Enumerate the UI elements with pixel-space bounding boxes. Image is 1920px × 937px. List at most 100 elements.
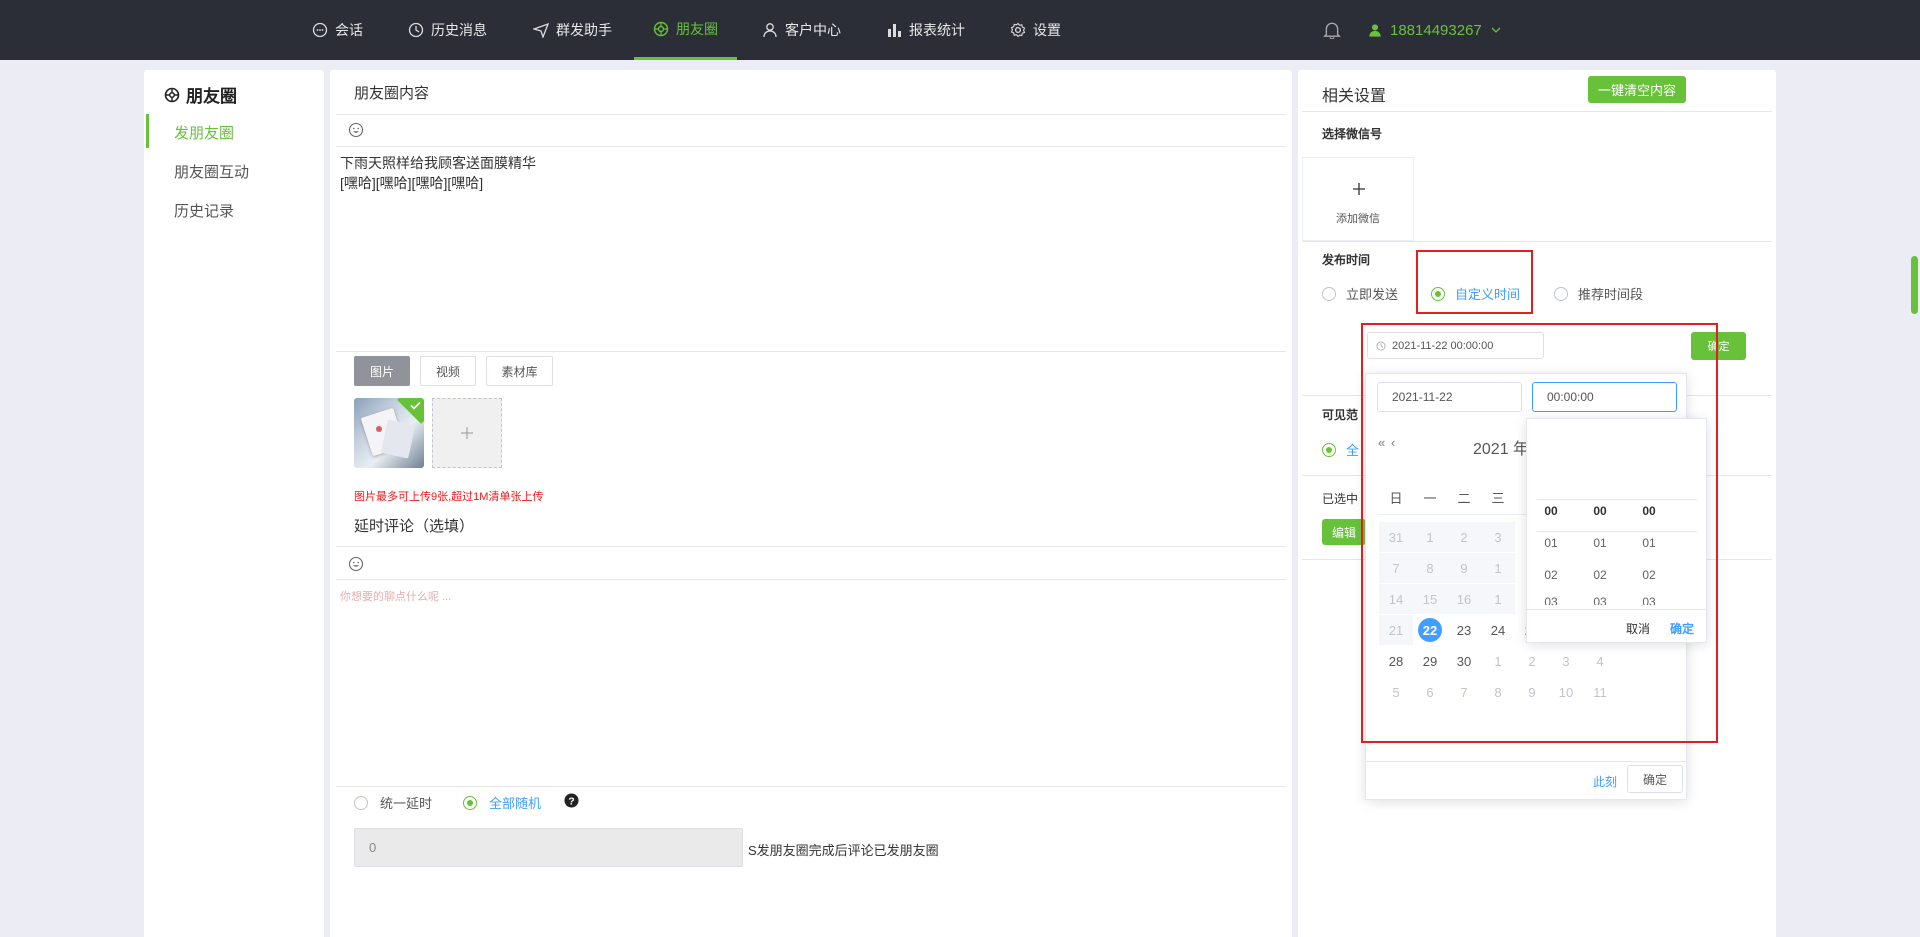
calendar-day[interactable]: 9 (1517, 677, 1547, 707)
nav-item-broadcast[interactable]: 群发助手 (533, 0, 612, 60)
sidebar-item-interaction[interactable]: 朋友圈互动 (174, 161, 249, 182)
sidebar-title: 朋友圈 (164, 82, 237, 107)
calendar-day[interactable]: 31 (1379, 522, 1413, 552)
bell-icon[interactable] (1323, 21, 1341, 39)
time-cancel-button[interactable]: 取消 (1626, 620, 1650, 637)
tab-images[interactable]: 图片 (354, 356, 410, 386)
radio-recommended-time[interactable]: 推荐时间段 (1554, 284, 1643, 303)
calendar-day[interactable]: 2 (1517, 646, 1547, 676)
clear-all-button[interactable]: 一键清空内容 (1588, 76, 1686, 103)
calendar-day[interactable]: 3 (1551, 646, 1581, 676)
calendar-day-selected[interactable]: 22 (1415, 615, 1445, 645)
confirm-time-button[interactable]: 确定 (1691, 332, 1746, 360)
radio-custom-time[interactable]: 自定义时间 (1431, 284, 1520, 303)
calendar-day[interactable]: 28 (1381, 646, 1411, 676)
time-option[interactable]: 03 (1580, 595, 1620, 605)
comment-textarea[interactable]: 你想要的聊点什么呢 ... (340, 588, 1280, 788)
nav-item-moments[interactable]: 朋友圈 (634, 0, 737, 60)
content-textarea[interactable]: 下雨天照样给我顾客送面膜精华 [嘿哈][嘿哈][嘿哈][嘿哈] (340, 153, 1280, 343)
delay-seconds-input[interactable]: 0 (354, 828, 743, 867)
radio-button (1322, 286, 1336, 301)
radio-button (1431, 286, 1445, 301)
add-image-button[interactable] (432, 398, 502, 468)
scrollbar-thumb[interactable] (1911, 256, 1918, 314)
picker-time-value: 00:00:00 (1547, 390, 1594, 404)
prev-month-button[interactable]: ‹ (1391, 435, 1395, 450)
calendar-day[interactable]: 16 (1447, 584, 1481, 614)
radio-button (463, 795, 477, 810)
calendar-day[interactable]: 8 (1483, 677, 1513, 707)
weekday-label: 日 (1389, 491, 1403, 506)
edit-button[interactable]: 编辑 (1322, 519, 1366, 545)
picker-time-input[interactable]: 00:00:00 (1532, 382, 1677, 412)
radio-uniform-delay[interactable]: 统一延时 (354, 793, 432, 812)
calendar-day[interactable]: 7 (1449, 677, 1479, 707)
user-menu[interactable]: 18814493267 (1368, 0, 1502, 60)
divider (1302, 241, 1772, 242)
time-option[interactable]: 02 (1531, 568, 1571, 582)
emoji-icon[interactable] (348, 556, 364, 572)
datetime-input[interactable]: 2021-11-22 00:00:00 (1367, 332, 1544, 359)
calendar-day[interactable]: 14 (1379, 584, 1413, 614)
content-panel: 朋友圈内容 下雨天照样给我顾客送面膜精华 [嘿哈][嘿哈][嘿哈][嘿哈] 图片… (330, 70, 1292, 937)
prev-year-button[interactable]: « (1378, 435, 1386, 450)
time-option[interactable]: 01 (1580, 536, 1620, 550)
emoji-icon[interactable] (348, 122, 364, 138)
time-option[interactable]: 02 (1580, 568, 1620, 582)
calendar-day[interactable]: 24 (1483, 615, 1513, 645)
sidebar-item-history[interactable]: 历史记录 (174, 200, 234, 221)
calendar-day[interactable]: 1 (1413, 522, 1447, 552)
calendar-day[interactable]: 9 (1447, 553, 1481, 583)
time-option[interactable]: 00 (1580, 504, 1620, 518)
tab-material-library[interactable]: 素材库 (486, 356, 553, 386)
sidebar: 朋友圈 发朋友圈 朋友圈互动 历史记录 (144, 70, 324, 937)
calendar-day[interactable]: 6 (1415, 677, 1445, 707)
radio-send-now[interactable]: 立即发送 (1322, 284, 1398, 303)
radio-visible-all[interactable]: 全 (1322, 440, 1359, 459)
add-wechat-button[interactable]: 添加微信 (1302, 157, 1414, 241)
time-ok-button[interactable]: 确定 (1670, 620, 1694, 637)
sidebar-title-text: 朋友圈 (186, 87, 237, 106)
radio-label: 自定义时间 (1455, 287, 1521, 302)
calendar-day[interactable]: 3 (1481, 522, 1515, 552)
calendar-day[interactable]: 1 (1481, 553, 1515, 583)
plus-icon (461, 427, 473, 439)
calendar-day[interactable]: 5 (1381, 677, 1411, 707)
picker-date-input[interactable]: 2021-11-22 (1377, 382, 1522, 412)
calendar-day[interactable]: 7 (1379, 553, 1413, 583)
picker-ok-button[interactable]: 确定 (1627, 765, 1683, 793)
calendar-day[interactable]: 4 (1585, 646, 1615, 676)
calendar-day[interactable]: 29 (1415, 646, 1445, 676)
nav-item-settings[interactable]: 设置 (1010, 0, 1061, 60)
time-option[interactable]: 00 (1531, 504, 1571, 518)
calendar-day[interactable]: 1 (1481, 584, 1515, 614)
radio-random-delay[interactable]: 全部随机 (463, 793, 541, 812)
calendar-day[interactable]: 10 (1551, 677, 1581, 707)
content-title: 朋友圈内容 (354, 85, 430, 102)
calendar-day[interactable]: 1 (1483, 646, 1513, 676)
time-option[interactable]: 03 (1629, 595, 1669, 605)
time-option[interactable]: 03 (1531, 595, 1571, 605)
nav-item-history[interactable]: 历史消息 (408, 0, 487, 60)
calendar-day[interactable]: 8 (1413, 553, 1447, 583)
tab-video[interactable]: 视频 (420, 356, 476, 386)
uploaded-image-thumbnail[interactable] (354, 398, 424, 468)
nav-item-customers[interactable]: 客户中心 (762, 0, 841, 60)
now-button[interactable]: 此刻 (1593, 773, 1617, 790)
divider (336, 351, 1286, 352)
sidebar-item-post-moments[interactable]: 发朋友圈 (174, 122, 234, 143)
time-option[interactable]: 01 (1629, 536, 1669, 550)
nav-item-reports[interactable]: 报表统计 (886, 0, 965, 60)
calendar-day[interactable]: 11 (1585, 677, 1615, 707)
calendar-day[interactable]: 23 (1449, 615, 1479, 645)
nav-item-chat[interactable]: 会话 (312, 0, 363, 60)
time-option[interactable]: 00 (1629, 504, 1669, 518)
time-option[interactable]: 02 (1629, 568, 1669, 582)
time-option[interactable]: 01 (1531, 536, 1571, 550)
help-icon[interactable]: ? (564, 793, 579, 808)
content-text-line: 下雨天照样给我顾客送面膜精华 (340, 155, 536, 171)
calendar-day[interactable]: 30 (1449, 646, 1479, 676)
calendar-day[interactable]: 15 (1413, 584, 1447, 614)
calendar-day[interactable]: 2 (1447, 522, 1481, 552)
calendar-day[interactable]: 21 (1379, 615, 1413, 645)
